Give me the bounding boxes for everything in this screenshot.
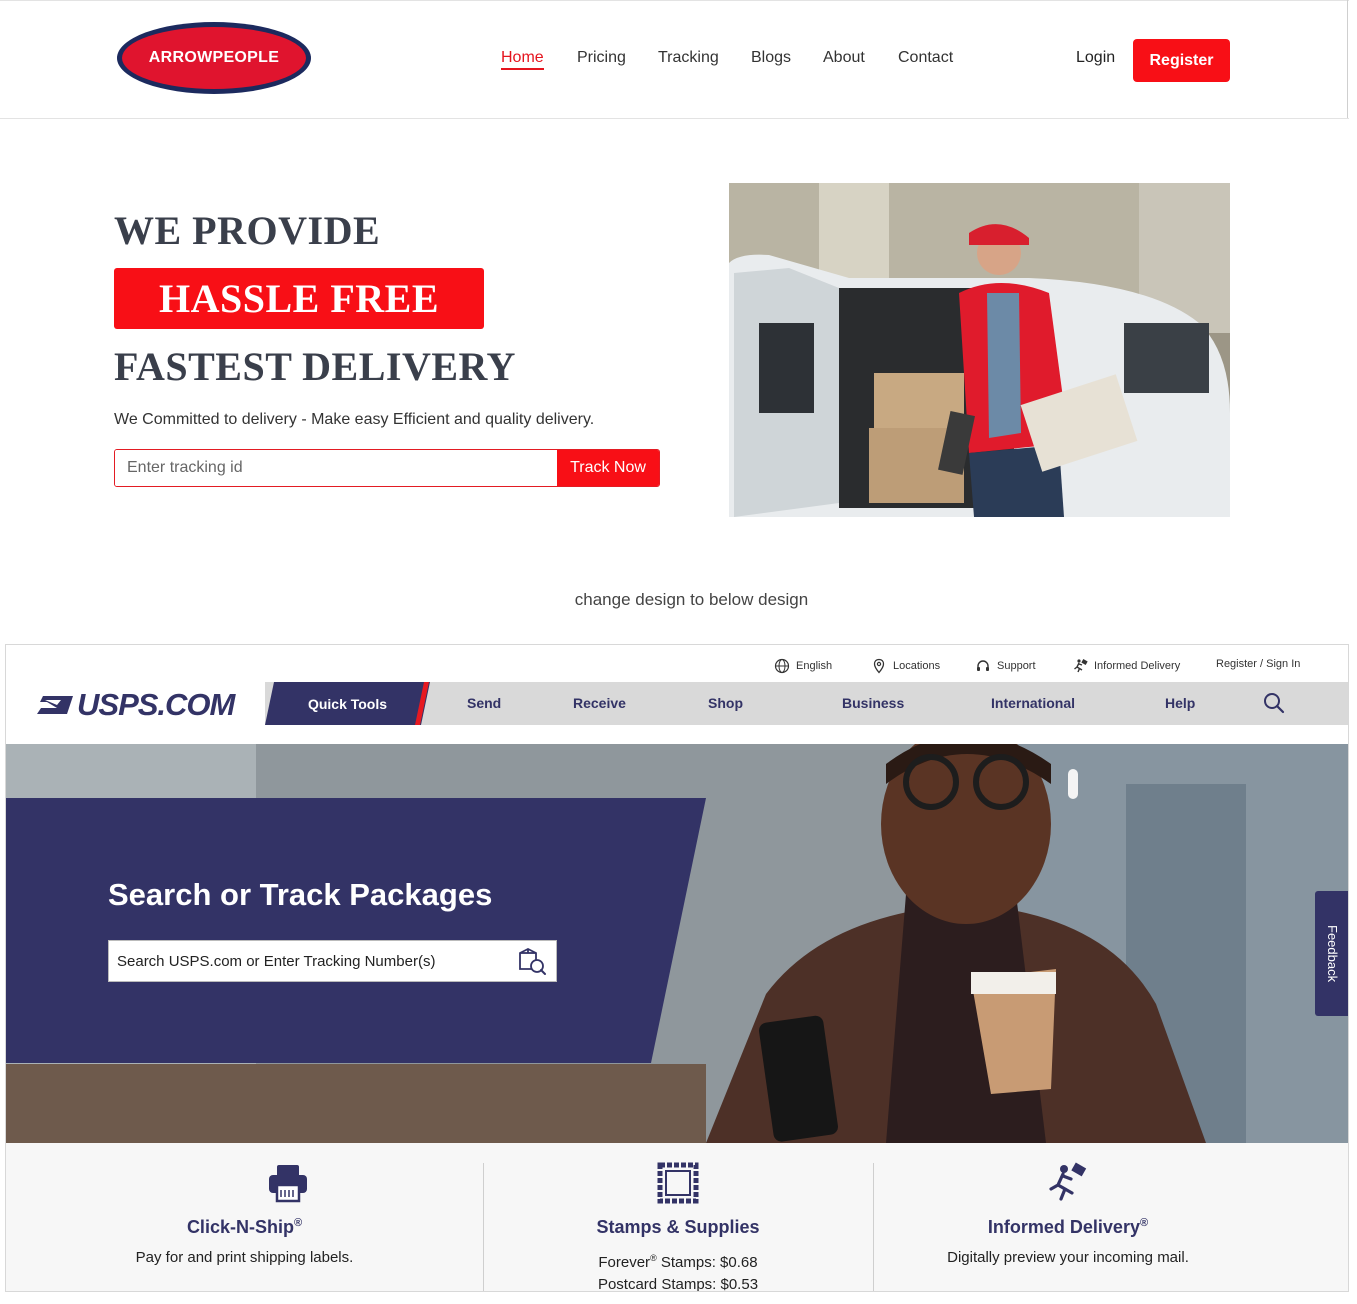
nav-send[interactable]: Send (467, 695, 501, 711)
informed-delivery-title: Informed Delivery® (987, 1217, 1149, 1237)
nav-business[interactable]: Business (842, 695, 904, 711)
locations-link[interactable]: Locations (871, 658, 940, 674)
hero-panel (6, 798, 706, 1063)
utility-bar: English Locations Support Informed Deliv… (6, 658, 1348, 676)
headset-icon (977, 660, 989, 671)
click-n-ship-desc: Pay for and print shipping labels. (135, 1249, 354, 1266)
track-now-button[interactable]: Track Now (557, 450, 659, 486)
register-signin-link[interactable]: Register / Sign In (1216, 658, 1300, 670)
arrowpeople-page: ARROWPEOPLE Home Pricing Tracking Blogs … (0, 0, 1357, 640)
brand-logo-text: ARROWPEOPLE (148, 49, 280, 66)
tracking-search-input[interactable] (109, 952, 516, 970)
click-n-ship-card[interactable]: Click-N-Ship® Pay for and print shipping… (6, 1143, 483, 1291)
tracking-search-box (108, 940, 557, 982)
informed-delivery-label: Informed Delivery (1094, 660, 1181, 672)
hero-badge-text: HASSLE FREE (158, 276, 440, 321)
register-button[interactable]: Register (1133, 39, 1230, 82)
hero-heading-line1: WE PROVIDE (114, 208, 381, 253)
stamps-supplies-title: Stamps & Supplies (596, 1217, 760, 1237)
quick-tools-label: Quick Tools (307, 695, 388, 712)
usps-reference-page: English Locations Support Informed Deliv… (5, 644, 1349, 1292)
usps-logo-text: USPS.COM (77, 687, 235, 722)
login-link[interactable]: Login (1076, 49, 1115, 67)
globe-icon (774, 658, 790, 674)
eagle-logo-icon (37, 696, 73, 714)
click-n-ship-title: Click-N-Ship® (186, 1217, 303, 1237)
hero-title: Search or Track Packages (108, 877, 493, 912)
usps-main-nav: Quick Tools Send Receive Shop Business I… (265, 682, 1348, 725)
nav-contact[interactable]: Contact (898, 49, 953, 67)
package-search-icon[interactable] (516, 945, 548, 977)
stamp-icon (657, 1162, 699, 1204)
language-label: English (796, 660, 833, 672)
feedback-tab[interactable]: Feedback (1315, 891, 1348, 1016)
locations-label: Locations (893, 660, 941, 672)
divider (1347, 0, 1348, 118)
nav-shop[interactable]: Shop (708, 695, 743, 711)
informed-delivery-desc: Digitally preview your incoming mail. (947, 1249, 1189, 1266)
delivery-illustration (729, 183, 1230, 517)
search-icon[interactable] (1263, 692, 1285, 714)
nav-home[interactable]: Home (501, 49, 544, 70)
stamps-supplies-card[interactable]: Stamps & Supplies Forever® Stamps: $0.68… (483, 1143, 873, 1292)
location-pin-icon (873, 658, 885, 674)
support-label: Support (997, 660, 1036, 672)
nav-help[interactable]: Help (1165, 695, 1195, 711)
hero-badge: HASSLE FREE (114, 268, 484, 329)
stamps-prices: Forever® Stamps: $0.68 Postcard Stamps: … (597, 1253, 759, 1292)
instruction-note: change design to below design (574, 590, 809, 609)
tracking-form: Track Now (114, 449, 660, 487)
delivery-man-photo (729, 183, 1230, 517)
feedback-label: Feedback (1325, 924, 1340, 983)
nav-about[interactable]: About (823, 49, 865, 67)
nav-blogs[interactable]: Blogs (751, 49, 791, 67)
brand-logo[interactable]: ARROWPEOPLE (117, 22, 311, 94)
language-link[interactable]: English (774, 658, 832, 674)
quick-links-cards: Click-N-Ship® Pay for and print shipping… (6, 1143, 1348, 1292)
nav-pricing[interactable]: Pricing (577, 49, 626, 67)
usps-hero: Search or Track Packages Feedback (6, 744, 1348, 1143)
nav-tracking[interactable]: Tracking (658, 49, 719, 67)
hero-heading-line3: FASTEST DELIVERY (114, 344, 516, 389)
nav-international[interactable]: International (991, 695, 1075, 711)
informed-delivery-link[interactable]: Informed Delivery (1072, 658, 1180, 674)
informed-delivery-card[interactable]: Informed Delivery® Digitally preview you… (873, 1143, 1263, 1291)
site-header: ARROWPEOPLE Home Pricing Tracking Blogs … (0, 0, 1349, 119)
tracking-id-input[interactable] (115, 450, 557, 486)
running-mail-icon (1074, 659, 1088, 673)
usps-logo[interactable]: USPS.COM (37, 687, 235, 723)
quick-tools-tab[interactable]: Quick Tools (265, 682, 430, 725)
nav-receive[interactable]: Receive (573, 695, 626, 711)
running-mail-icon (1049, 1162, 1087, 1201)
hero-subtitle: We Committed to delivery - Make easy Eff… (114, 411, 595, 428)
printer-icon (269, 1165, 307, 1203)
support-link[interactable]: Support (975, 658, 1036, 674)
